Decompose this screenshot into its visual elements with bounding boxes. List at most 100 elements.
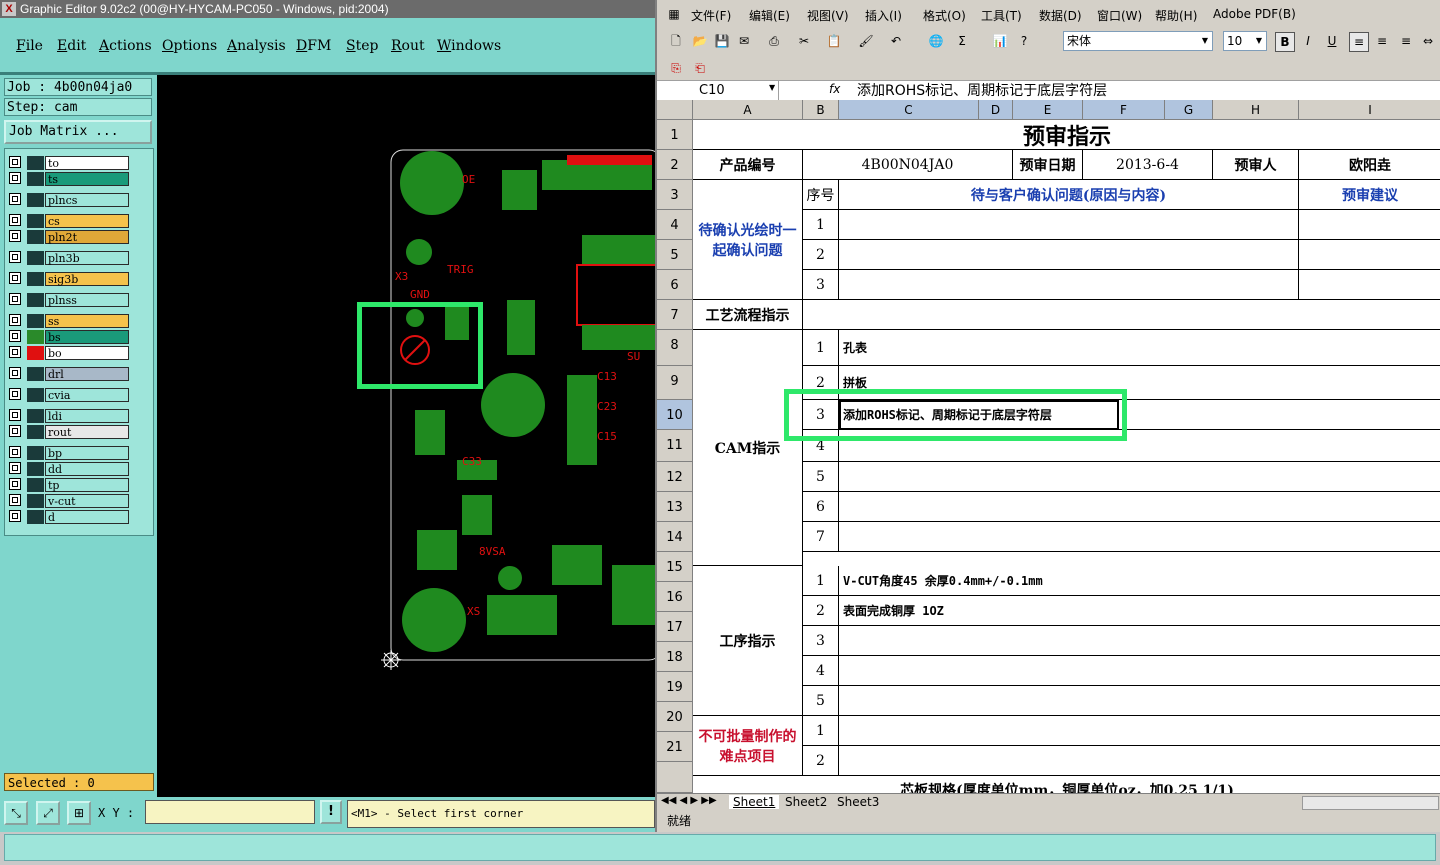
tab-sheet3[interactable]: Sheet3 <box>833 795 883 809</box>
align-center-icon[interactable]: ≡ <box>1373 32 1391 50</box>
open-icon[interactable]: 📂 <box>691 32 709 50</box>
name-box[interactable]: C10 <box>659 81 779 100</box>
chart-icon[interactable]: 📊 <box>991 32 1009 50</box>
font-name-combo[interactable]: 宋体 ▼ <box>1063 31 1213 51</box>
layer-name[interactable]: pln2t <box>45 230 129 244</box>
tab-sheet1[interactable]: Sheet1 <box>729 795 780 809</box>
layer-row-pln2t[interactable]: pln2t <box>9 230 129 244</box>
layer-checkbox[interactable] <box>9 230 21 242</box>
layer-color-swatch[interactable] <box>27 230 44 244</box>
new-icon[interactable]: 🗋 <box>667 32 685 50</box>
row-header-19[interactable]: 19 <box>657 672 693 702</box>
xl-menu-adobe[interactable]: Adobe PDF(B) <box>1213 7 1296 21</box>
proc-seq-cell[interactable]: 1 <box>803 566 839 596</box>
seq-cell[interactable]: 2 <box>803 240 839 270</box>
sheet-nav-icon[interactable]: ◀◀ ◀ ▶ ▶▶ <box>661 795 717 806</box>
layer-checkbox[interactable] <box>9 214 21 226</box>
seq-cell[interactable]: 1 <box>803 210 839 240</box>
layer-name[interactable]: ss <box>45 314 129 328</box>
layer-color-swatch[interactable] <box>27 314 44 328</box>
layer-row-ldi[interactable]: ldi <box>9 409 129 423</box>
proc-item-cell[interactable] <box>839 686 1440 716</box>
confirm-header-cell[interactable]: 待与客户确认问题(原因与内容) <box>839 180 1299 210</box>
layer-name[interactable]: pln3b <box>45 251 129 265</box>
xl-menu-format[interactable]: 格式(O) <box>923 7 966 24</box>
tab-sheet2[interactable]: Sheet2 <box>781 795 831 809</box>
column-header-F[interactable]: F <box>1083 100 1165 120</box>
layer-color-swatch[interactable] <box>27 425 44 439</box>
layer-row-plnss[interactable]: plnss <box>9 293 129 307</box>
xl-menu-window[interactable]: 窗口(W) <box>1097 7 1142 24</box>
layer-row-bo[interactable]: bo <box>9 346 129 360</box>
layer-checkbox[interactable] <box>9 251 21 263</box>
layer-color-swatch[interactable] <box>27 367 44 381</box>
layer-name[interactable]: bp <box>45 446 129 460</box>
cam-item-cell[interactable] <box>839 522 1440 552</box>
proc-item-cell[interactable] <box>839 626 1440 656</box>
row-header-17[interactable]: 17 <box>657 612 693 642</box>
xl-menu-tools[interactable]: 工具(T) <box>981 7 1022 24</box>
bottom-text-cell[interactable]: 芯板规格(厚度单位mm，铜厚单位oz，加0.25 1/1) <box>693 776 1440 793</box>
layer-color-swatch[interactable] <box>27 172 44 186</box>
proc-item-cell[interactable] <box>839 656 1440 686</box>
menu-step[interactable]: Step <box>346 38 378 54</box>
layer-row-to[interactable]: to <box>9 156 129 170</box>
font-size-combo[interactable]: 10 ▼ <box>1223 31 1267 51</box>
date-value-cell[interactable]: 2013-6-4 <box>1083 150 1213 180</box>
menu-file[interactable]: File <box>16 38 43 54</box>
layer-row-tp[interactable]: tp <box>9 478 129 492</box>
layer-name[interactable]: ts <box>45 172 129 186</box>
row-header-2[interactable]: 2 <box>657 150 693 180</box>
xy-input[interactable] <box>145 800 315 824</box>
layer-row-rout[interactable]: rout <box>9 425 129 439</box>
row-header-6[interactable]: 6 <box>657 270 693 300</box>
layer-name[interactable]: plnss <box>45 293 129 307</box>
layer-row-ss[interactable]: ss <box>9 314 129 328</box>
cam-item-cell[interactable]: 孔表 <box>839 330 1440 366</box>
menu-actions[interactable]: Actions <box>99 38 152 54</box>
layer-name[interactable]: cs <box>45 214 129 228</box>
pending-label-cell[interactable]: 待确认光绘时一起确认问题 <box>693 180 803 300</box>
horizontal-scrollbar[interactable] <box>1302 796 1439 810</box>
suggest-cell[interactable] <box>1299 270 1440 300</box>
row-header-9[interactable]: 9 <box>657 366 693 400</box>
proc-seq-cell[interactable]: 5 <box>803 686 839 716</box>
row-header-16[interactable]: 16 <box>657 582 693 612</box>
layer-color-swatch[interactable] <box>27 193 44 207</box>
menu-dfm[interactable]: DFM <box>296 38 331 54</box>
layer-checkbox[interactable] <box>9 293 21 305</box>
layer-row-d[interactable]: d <box>9 510 129 524</box>
layer-checkbox[interactable] <box>9 346 21 358</box>
column-header-G[interactable]: G <box>1165 100 1213 120</box>
alert-button[interactable]: ! <box>320 800 342 824</box>
cam-label-cell[interactable]: CAM指示 <box>693 330 803 566</box>
layer-name[interactable]: v-cut <box>45 494 129 508</box>
layer-checkbox[interactable] <box>9 314 21 326</box>
row-header-10[interactable]: 10 <box>657 400 693 430</box>
cam-item-cell[interactable] <box>839 462 1440 492</box>
column-header-H[interactable]: H <box>1213 100 1299 120</box>
confirm-cell[interactable] <box>839 240 1299 270</box>
proc-item-cell[interactable]: V-CUT角度45 余厚0.4mm+/-0.1mm <box>839 566 1440 596</box>
row-header-5[interactable]: 5 <box>657 240 693 270</box>
layer-row-dd[interactable]: dd <box>9 462 129 476</box>
layer-row-plncs[interactable]: plncs <box>9 193 129 207</box>
layer-checkbox[interactable] <box>9 156 21 168</box>
layer-color-swatch[interactable] <box>27 494 44 508</box>
fx-icon[interactable]: fx <box>829 82 840 96</box>
process-label-cell[interactable]: 工艺流程指示 <box>693 300 803 330</box>
pdf-email-icon[interactable]: ⎗ <box>691 59 709 77</box>
column-header-D[interactable]: D <box>979 100 1013 120</box>
title-cell[interactable]: 预审指示 <box>693 120 1440 150</box>
xl-menu-help[interactable]: 帮助(H) <box>1155 7 1197 24</box>
product-value-cell[interactable]: 4B00N04JA0 <box>803 150 1013 180</box>
chevron-down-icon[interactable]: ▼ <box>769 83 775 92</box>
italic-icon[interactable]: I <box>1299 32 1317 50</box>
menu-windows[interactable]: Windows <box>437 38 501 54</box>
layer-name[interactable]: rout <box>45 425 129 439</box>
layer-checkbox[interactable] <box>9 425 21 437</box>
layer-name[interactable]: sig3b <box>45 272 129 286</box>
cam-item-cell[interactable] <box>839 492 1440 522</box>
bold-icon[interactable]: B <box>1275 32 1295 52</box>
permission-icon[interactable]: ✉ <box>735 32 753 50</box>
